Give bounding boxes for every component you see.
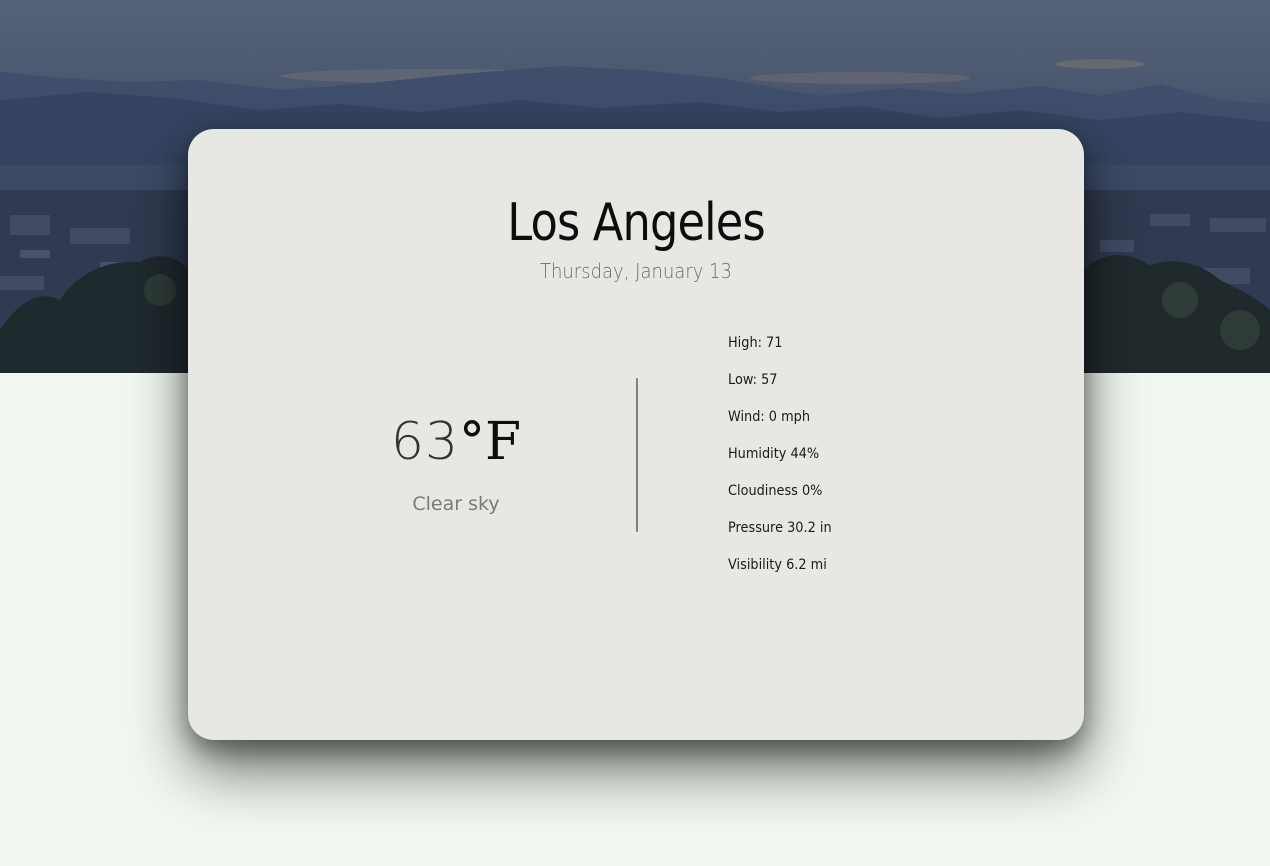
weather-app: Los Angeles Thursday, January 13 63°F Cl…	[0, 0, 1270, 866]
detail-humidity: Humidity 44%	[728, 446, 820, 462]
detail-high: High: 71	[728, 335, 783, 351]
current-temperature: 63°F	[356, 407, 556, 477]
temperature-value: 63	[390, 412, 460, 472]
detail-cloudiness: Cloudiness 0%	[728, 483, 823, 499]
weather-description: Clear sky	[412, 493, 500, 515]
weather-details-list: High: 71 Low: 57 Wind: 0 mph Humidity 44…	[728, 331, 841, 590]
detail-low: Low: 57	[728, 372, 778, 388]
detail-pressure: Pressure 30.2 in	[728, 520, 832, 536]
city-name: Los Angeles	[507, 193, 765, 253]
weather-card: Los Angeles Thursday, January 13 63°F Cl…	[188, 129, 1084, 740]
current-date: Thursday, January 13	[539, 259, 733, 283]
vertical-divider	[636, 378, 638, 532]
temperature-unit: °F	[459, 412, 522, 472]
detail-wind: Wind: 0 mph	[728, 409, 810, 425]
detail-visibility: Visibility 6.2 mi	[728, 557, 827, 573]
